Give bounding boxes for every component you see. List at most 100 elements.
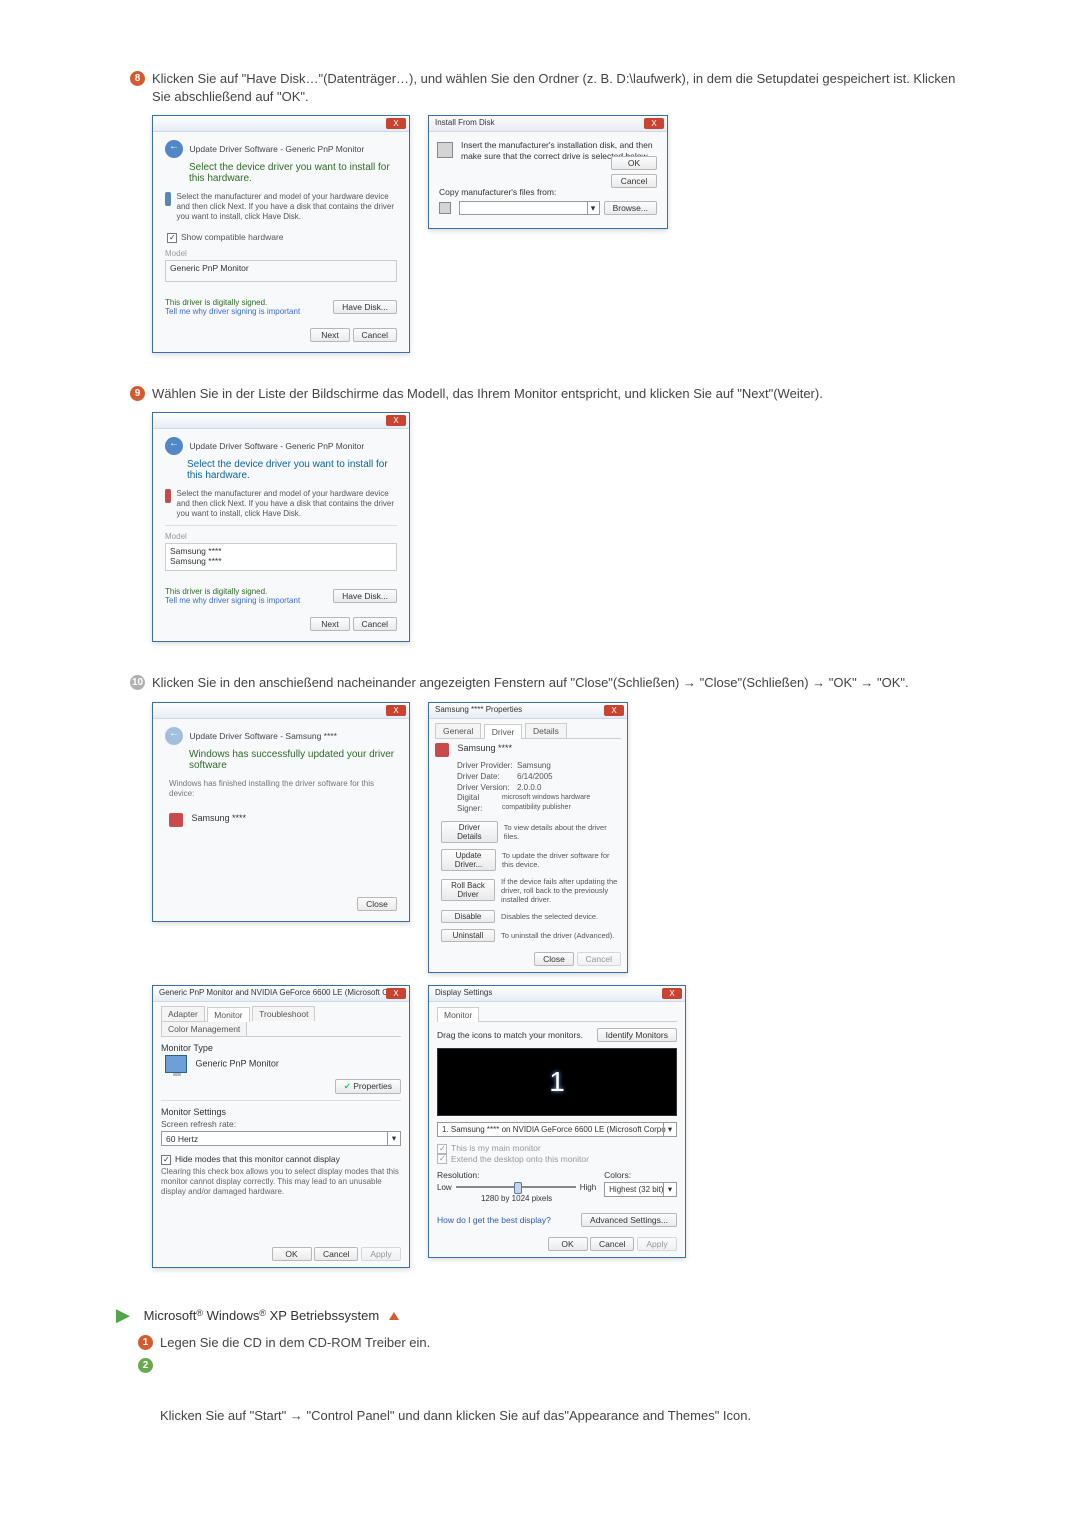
window-title: Generic PnP Monitor and NVIDIA GeForce 6… (159, 988, 399, 997)
driver-details-button[interactable]: Driver Details (441, 821, 498, 843)
device-icon (435, 743, 449, 757)
signing-link[interactable]: Tell me why driver signing is important (165, 307, 300, 316)
device-select[interactable]: 1. Samsung **** on NVIDIA GeForce 6600 L… (437, 1122, 677, 1137)
kv-val: Samsung (517, 761, 551, 772)
list-item[interactable]: Samsung **** (170, 556, 392, 566)
resolution-label: Resolution: (437, 1170, 596, 1180)
properties-button[interactable]: ✔ Properties (335, 1079, 401, 1094)
driver-properties-window: Samsung **** Properties X General Driver… (428, 702, 628, 973)
tab-monitor[interactable]: Monitor (207, 1007, 249, 1022)
tab-troubleshoot[interactable]: Troubleshoot (252, 1006, 315, 1021)
checkbox-icon (167, 233, 177, 243)
list-item[interactable]: Generic PnP Monitor (170, 263, 392, 274)
chevron-down-icon: ▾ (663, 1183, 676, 1196)
close-button[interactable]: Close (534, 952, 574, 966)
apply-button: Apply (361, 1247, 401, 1261)
titlebar: X (153, 116, 409, 132)
titlebar: X (153, 703, 409, 719)
cancel-button[interactable]: Cancel (611, 174, 657, 188)
step-10: 10 Klicken Sie in den anschießend nachei… (130, 674, 970, 1267)
xp-heading: Microsoft® Windows® XP Betriebssystem (116, 1308, 970, 1324)
rollback-button[interactable]: Roll Back Driver (441, 879, 495, 901)
model-list[interactable]: Samsung **** Samsung **** (165, 543, 397, 571)
ok-button[interactable]: OK (548, 1237, 588, 1251)
tab-monitor[interactable]: Monitor (437, 1007, 479, 1022)
close-icon[interactable]: X (662, 988, 682, 999)
tab-general[interactable]: General (435, 723, 481, 738)
close-button[interactable]: Close (357, 897, 397, 911)
refresh-rate-select[interactable]: 60 Hertz ▾ (161, 1131, 401, 1146)
success-heading: Windows has successfully updated your dr… (189, 749, 397, 771)
model-column-header: Model (165, 249, 397, 258)
tab-details[interactable]: Details (525, 723, 567, 738)
path-dropdown[interactable]: ▾ (459, 201, 600, 215)
bullet-2: 2 (138, 1358, 153, 1373)
disable-button[interactable]: Disable (441, 910, 495, 923)
cancel-button[interactable]: Cancel (353, 328, 397, 342)
hide-modes-checkbox[interactable]: Hide modes that this monitor cannot disp… (161, 1154, 401, 1165)
cancel-button: Cancel (577, 952, 621, 966)
titlebar: Generic PnP Monitor and NVIDIA GeForce 6… (153, 986, 409, 1002)
close-icon[interactable]: X (386, 988, 406, 999)
tab-color[interactable]: Color Management (161, 1021, 247, 1036)
back-icon[interactable] (165, 437, 183, 455)
resolution-slider[interactable] (456, 1182, 576, 1192)
xp-section: Microsoft® Windows® XP Betriebssystem 1 … (116, 1308, 970, 1425)
best-display-link[interactable]: How do I get the best display? (437, 1215, 551, 1225)
action-desc: To update the driver software for this d… (502, 851, 621, 869)
update-driver-button[interactable]: Update Driver... (441, 849, 496, 871)
main-monitor-checkbox: This is my main monitor (437, 1143, 677, 1154)
next-button[interactable]: Next (310, 617, 350, 631)
uninstall-button[interactable]: Uninstall (441, 929, 495, 942)
ok-button[interactable]: OK (272, 1247, 312, 1261)
action-desc: Disables the selected device. (501, 912, 598, 921)
instruction-text: Select the manufacturer and model of you… (177, 489, 397, 519)
kv-key: Driver Provider: (457, 761, 517, 772)
tab-adapter[interactable]: Adapter (161, 1006, 205, 1021)
model-list[interactable]: Generic PnP Monitor (165, 260, 397, 282)
monitor-type-heading: Monitor Type (161, 1043, 401, 1053)
signing-link[interactable]: Tell me why driver signing is important (165, 596, 300, 605)
signed-label: This driver is digitally signed. (165, 298, 267, 307)
have-disk-button[interactable]: Have Disk... (333, 300, 397, 314)
device-icon (165, 489, 171, 503)
update-driver-window: X Update Driver Software - Generic PnP M… (152, 115, 410, 353)
step10-text: Klicken Sie in den anschießend nacheinan… (152, 674, 970, 692)
close-icon[interactable]: X (386, 118, 406, 129)
signed-label: This driver is digitally signed. (165, 587, 267, 596)
ok-button[interactable]: OK (611, 156, 657, 170)
tab-driver[interactable]: Driver (484, 724, 523, 739)
list-item[interactable]: Samsung **** (170, 546, 392, 556)
titlebar: Install From Disk X (429, 116, 667, 132)
tab-bar: General Driver Details (435, 723, 621, 739)
next-button[interactable]: Next (310, 328, 350, 342)
display-settings-window: Display Settings X Monitor Drag the icon… (428, 985, 686, 1259)
cancel-button[interactable]: Cancel (353, 617, 397, 631)
close-icon[interactable]: X (644, 118, 664, 129)
xp-steps: 1 Legen Sie die CD in dem CD-ROM Treiber… (138, 1335, 970, 1425)
cancel-button[interactable]: Cancel (314, 1247, 358, 1261)
browse-button[interactable]: Browse... (604, 201, 657, 215)
close-icon[interactable]: X (604, 705, 624, 716)
show-compatible-checkbox[interactable]: Show compatible hardware (167, 232, 397, 243)
advanced-settings-button[interactable]: Advanced Settings... (581, 1213, 677, 1227)
close-icon[interactable]: X (386, 415, 406, 426)
monitor-properties-window: Generic PnP Monitor and NVIDIA GeForce 6… (152, 985, 410, 1268)
close-icon[interactable]: X (386, 705, 406, 716)
identify-button[interactable]: Identify Monitors (597, 1028, 677, 1042)
monitor-preview[interactable]: 1 (437, 1048, 677, 1116)
device-model: Samsung **** (192, 813, 247, 823)
back-icon[interactable] (165, 140, 183, 158)
drag-instruction: Drag the icons to match your monitors. (437, 1030, 583, 1040)
colors-select[interactable]: Highest (32 bit) ▾ (604, 1182, 677, 1197)
monitor-settings-heading: Monitor Settings (161, 1107, 401, 1117)
xp-heading-text: Microsoft® Windows® XP Betriebssystem (144, 1308, 383, 1323)
window-title: Display Settings (435, 988, 492, 997)
cancel-button[interactable]: Cancel (590, 1237, 634, 1251)
have-disk-button[interactable]: Have Disk... (333, 589, 397, 603)
step9-screens: X Update Driver Software - Generic PnP M… (152, 412, 970, 642)
apply-button: Apply (637, 1237, 677, 1251)
step9-text: Wählen Sie in der Liste der Bildschirme … (152, 385, 970, 403)
action-desc: If the device fails after updating the d… (501, 877, 621, 904)
device-icon (169, 813, 183, 827)
